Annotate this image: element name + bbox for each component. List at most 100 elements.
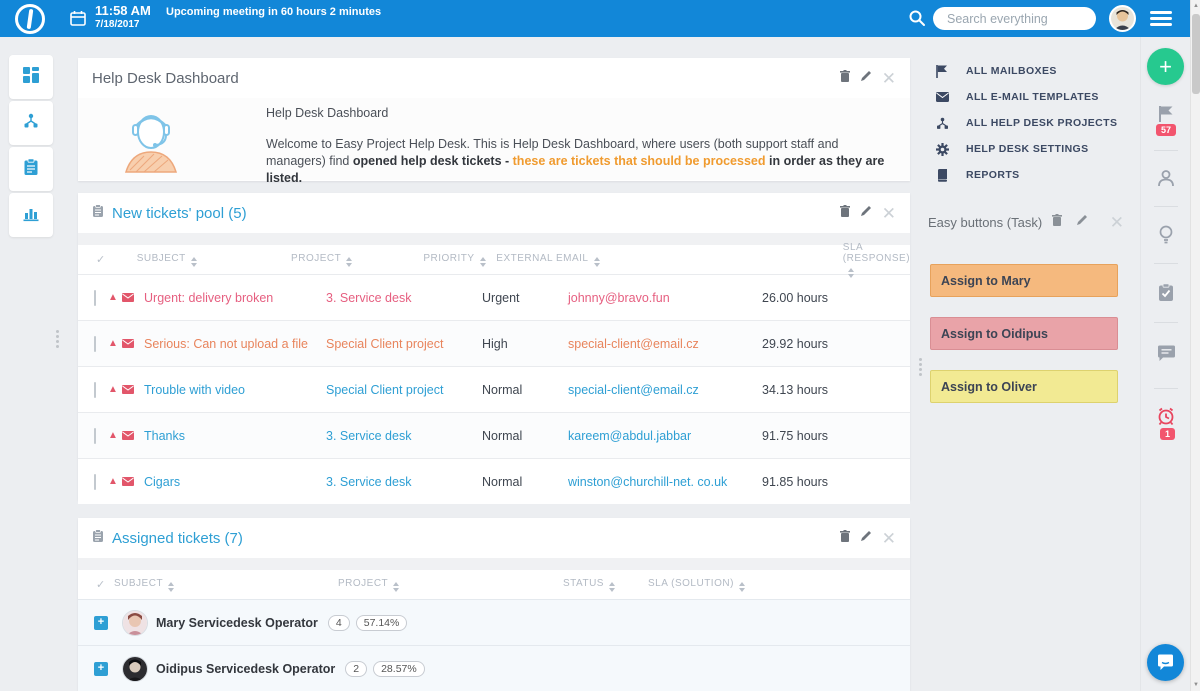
scroll-up-arrow[interactable]: ▲: [1191, 0, 1200, 12]
ticket-email-link[interactable]: special-client@email.cz: [568, 383, 762, 397]
delete-widget-button[interactable]: [840, 69, 850, 87]
row-checkbox[interactable]: [94, 290, 96, 306]
menu-icon[interactable]: [1150, 11, 1172, 29]
row-checkbox[interactable]: [94, 474, 96, 490]
clipboard-check-icon[interactable]: [1153, 283, 1179, 302]
expand-group-button[interactable]: +: [94, 662, 108, 676]
person-icon[interactable]: [1153, 168, 1179, 188]
ticket-project-link[interactable]: 3. Service desk: [326, 475, 482, 489]
sort-icon: [594, 257, 600, 267]
chat-icon[interactable]: [1153, 345, 1179, 362]
assign-to-mary-button[interactable]: Assign to Mary: [930, 264, 1118, 297]
ticket-project-link[interactable]: 3. Service desk: [326, 291, 482, 305]
processed-tickets-link[interactable]: these are tickets that should be process…: [513, 154, 766, 168]
ticket-subject-link[interactable]: Trouble with video: [144, 383, 326, 397]
ticket-project-link[interactable]: Special Client project: [326, 337, 482, 351]
table-row[interactable]: ▲ Serious: Can not upload a file Special…: [78, 320, 910, 366]
widget-title[interactable]: Assigned tickets (7): [112, 530, 243, 547]
column-project[interactable]: PROJECT: [291, 253, 423, 267]
table-header: ✓ SUBJECT PROJECT STATUS SLA (SOLUTION): [78, 570, 910, 599]
select-all-check[interactable]: ✓: [78, 253, 106, 266]
add-new-button[interactable]: +: [1147, 48, 1184, 85]
edit-widget-button[interactable]: [860, 69, 872, 87]
column-project[interactable]: PROJECT: [338, 578, 563, 592]
alarm-icon[interactable]: [1153, 406, 1179, 426]
widget-title[interactable]: New tickets' pool (5): [112, 205, 247, 222]
sidebar-item-reports[interactable]: [9, 193, 53, 237]
table-row[interactable]: ▲ Thanks 3. Service desk Normal kareem@a…: [78, 412, 910, 458]
calendar-icon[interactable]: [69, 9, 87, 32]
flags-icon[interactable]: [1153, 105, 1179, 123]
ticket-email-link[interactable]: winston@churchill-net. co.uk: [568, 475, 762, 489]
group-row[interactable]: + Oidipus Servicedesk Operator 2 28.57%: [78, 645, 910, 691]
column-subject[interactable]: SUBJECT: [137, 253, 291, 267]
left-panel-drag-handle[interactable]: [56, 330, 59, 348]
sort-icon: [609, 582, 615, 592]
sidebar-item-tasks[interactable]: [9, 147, 53, 191]
assignee-name[interactable]: Oidipus Servicedesk Operator: [156, 662, 335, 676]
ticket-email-link[interactable]: kareem@abdul.jabbar: [568, 429, 762, 443]
close-widget-button[interactable]: ✕: [882, 205, 896, 222]
meeting-reminder[interactable]: Upcoming meeting in 60 hours 2 minutes: [166, 6, 381, 18]
menu-item-all-help-desk-projects[interactable]: ALL HELP DESK PROJECTS: [935, 110, 1131, 136]
lightbulb-icon[interactable]: [1153, 225, 1179, 245]
menu-item-all-email-templates[interactable]: ALL E-MAIL TEMPLATES: [935, 84, 1131, 110]
close-widget-button[interactable]: ✕: [882, 530, 896, 547]
row-checkbox[interactable]: [94, 336, 96, 352]
assignee-avatar: [122, 610, 148, 636]
scroll-down-arrow[interactable]: ▼: [1191, 679, 1200, 691]
group-percent-badge: 57.14%: [356, 615, 408, 631]
email-origin-icon: [122, 477, 134, 486]
alarm-count-badge: 1: [1160, 428, 1175, 440]
ticket-subject-link[interactable]: Urgent: delivery broken: [144, 291, 326, 305]
ticket-project-link[interactable]: Special Client project: [326, 383, 482, 397]
select-all-check[interactable]: ✓: [78, 578, 108, 591]
live-chat-button[interactable]: [1147, 644, 1184, 681]
scrollbar-thumb[interactable]: [1192, 14, 1200, 94]
row-checkbox[interactable]: [94, 428, 96, 444]
ticket-email-link[interactable]: johnny@bravo.fun: [568, 291, 762, 305]
group-row[interactable]: + Mary Servicedesk Operator 4 57.14%: [78, 599, 910, 645]
assign-to-oidipus-button[interactable]: Assign to Oidipus: [930, 317, 1118, 350]
right-panel-drag-handle[interactable]: [919, 358, 922, 376]
sidebar-item-projects[interactable]: [9, 101, 53, 145]
ticket-subject-link[interactable]: Serious: Can not upload a file: [144, 337, 326, 351]
ticket-email-link[interactable]: special-client@email.cz: [568, 337, 762, 351]
column-subject[interactable]: SUBJECT: [108, 578, 338, 592]
table-row[interactable]: ▲ Urgent: delivery broken 3. Service des…: [78, 274, 910, 320]
ticket-priority: Normal: [482, 383, 568, 397]
column-sla-solution[interactable]: SLA (SOLUTION): [648, 578, 910, 592]
table-row[interactable]: ▲ Cigars 3. Service desk Normal winston@…: [78, 458, 910, 504]
delete-widget-button[interactable]: [1052, 213, 1062, 231]
vertical-scrollbar[interactable]: ▲ ▼: [1190, 0, 1200, 691]
search-input[interactable]: [933, 7, 1096, 30]
search-icon[interactable]: [908, 9, 926, 32]
column-priority[interactable]: PRIORITY: [423, 253, 496, 267]
table-row[interactable]: ▲ Trouble with video Special Client proj…: [78, 366, 910, 412]
ticket-priority: High: [482, 337, 568, 351]
ticket-project-link[interactable]: 3. Service desk: [326, 429, 482, 443]
delete-widget-button[interactable]: [840, 529, 850, 547]
easy-project-logo[interactable]: [12, 1, 48, 37]
menu-item-all-mailboxes[interactable]: ALL MAILBOXES: [935, 58, 1131, 84]
row-checkbox[interactable]: [94, 382, 96, 398]
sidebar-item-dashboard[interactable]: [9, 55, 53, 99]
user-avatar[interactable]: [1109, 5, 1136, 32]
edit-widget-button[interactable]: [860, 204, 872, 222]
edit-widget-button[interactable]: [1076, 213, 1088, 231]
column-external-email[interactable]: EXTERNAL EMAIL: [496, 253, 661, 267]
assign-to-oliver-button[interactable]: Assign to Oliver: [930, 370, 1118, 403]
edit-widget-button[interactable]: [860, 529, 872, 547]
menu-item-help-desk-settings[interactable]: HELP DESK SETTINGS: [935, 136, 1131, 162]
column-sla-response[interactable]: SLA (RESPONSE): [661, 242, 910, 278]
close-widget-button[interactable]: ✕: [1110, 214, 1124, 231]
table-header: ✓ SUBJECT PROJECT PRIORITY EXTERNAL EMAI…: [78, 245, 910, 274]
ticket-subject-link[interactable]: Cigars: [144, 475, 326, 489]
close-widget-button[interactable]: ✕: [882, 70, 896, 87]
delete-widget-button[interactable]: [840, 204, 850, 222]
expand-group-button[interactable]: +: [94, 616, 108, 630]
menu-item-reports[interactable]: REPORTS: [935, 162, 1131, 188]
column-status[interactable]: STATUS: [563, 578, 648, 592]
assignee-name[interactable]: Mary Servicedesk Operator: [156, 616, 318, 630]
ticket-subject-link[interactable]: Thanks: [144, 429, 326, 443]
